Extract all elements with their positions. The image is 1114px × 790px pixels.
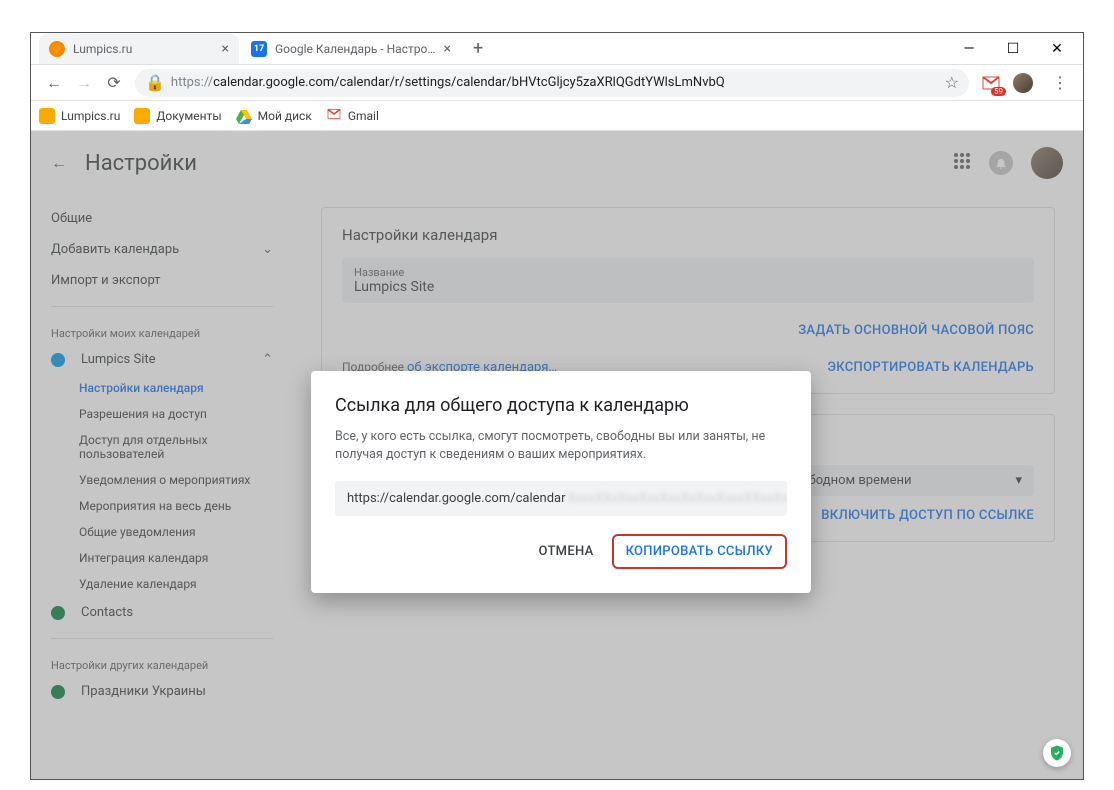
star-icon[interactable]: ☆: [945, 73, 959, 92]
cancel-button[interactable]: ОТМЕНА: [527, 536, 606, 567]
browser-titlebar: Lumpics.ru × 17 Google Календарь - Настр…: [31, 33, 1083, 65]
window-minimize[interactable]: —: [947, 34, 991, 64]
profile-avatar-icon[interactable]: [1013, 73, 1033, 93]
tab-title: Lumpics.ru: [73, 42, 214, 56]
browser-addressbar: ← → ⟳ 🔒 https://calendar.google.com/cale…: [31, 65, 1083, 101]
security-shield-icon[interactable]: [1043, 739, 1071, 767]
window-close[interactable]: ✕: [1035, 34, 1079, 64]
drive-icon: [236, 108, 252, 124]
bookmark-documents[interactable]: Документы: [134, 108, 221, 124]
share-link-dialog: Ссылка для общего доступа к календарю Вс…: [311, 371, 811, 593]
favicon-lumpics: [49, 41, 65, 57]
gmail-ext-icon[interactable]: 59: [981, 73, 1001, 93]
tab-title: Google Календарь - Настройки: [275, 42, 436, 56]
gmail-badge: 59: [991, 87, 1006, 96]
share-url-field[interactable]: https://calendar.google.com/calendarXxxx…: [335, 481, 787, 516]
copy-link-button[interactable]: КОПИРОВАТЬ ССЫЛКУ: [612, 534, 787, 569]
bookmark-lumpics[interactable]: Lumpics.ru: [39, 108, 120, 124]
browser-tab[interactable]: Lumpics.ru ×: [39, 34, 239, 64]
url-text: https://calendar.google.com/calendar/r/s…: [171, 75, 725, 90]
gmail-icon: [326, 108, 342, 124]
dialog-title: Ссылка для общего доступа к календарю: [335, 395, 787, 416]
new-tab-button[interactable]: +: [463, 38, 493, 59]
bookmark-drive[interactable]: Мой диск: [236, 108, 312, 124]
bookmarks-bar: Lumpics.ru Документы Мой диск Gmail: [31, 101, 1083, 131]
close-tab-icon[interactable]: ×: [222, 41, 229, 57]
browser-tab[interactable]: 17 Google Календарь - Настройки ×: [241, 34, 461, 64]
lock-icon: 🔒: [145, 73, 165, 92]
window-maximize[interactable]: ☐: [991, 34, 1035, 64]
dialog-description: Все, у кого есть ссылка, смогут посмотре…: [335, 428, 787, 463]
bookmark-gmail[interactable]: Gmail: [326, 108, 379, 124]
omnibox[interactable]: 🔒 https://calendar.google.com/calendar/r…: [135, 69, 969, 97]
close-tab-icon[interactable]: ×: [444, 41, 451, 57]
favicon-calendar: 17: [251, 41, 267, 57]
nav-reload-icon[interactable]: ⟳: [99, 68, 129, 98]
nav-forward-icon[interactable]: →: [69, 68, 99, 98]
browser-menu-icon[interactable]: ⋮: [1045, 68, 1075, 98]
nav-back-icon[interactable]: ←: [39, 68, 69, 98]
